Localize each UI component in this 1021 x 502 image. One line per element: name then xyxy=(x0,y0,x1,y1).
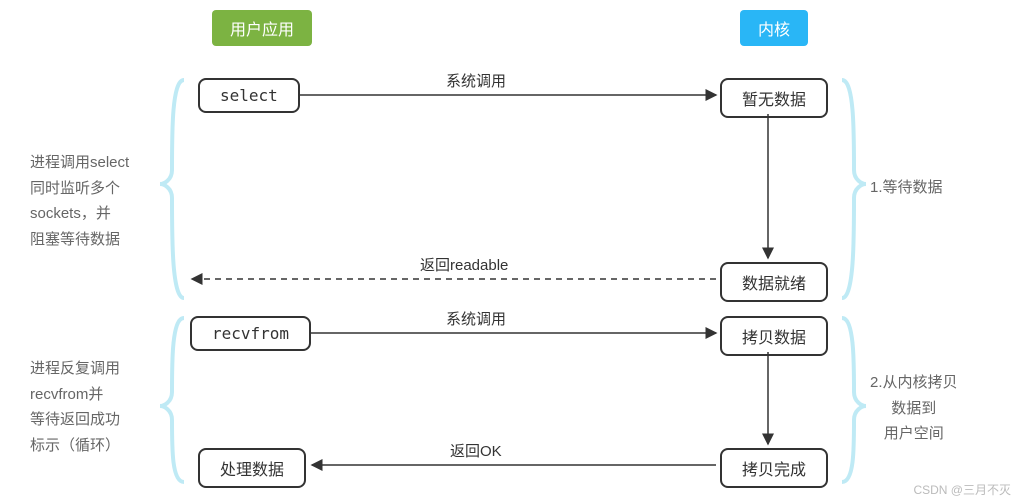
box-select: select xyxy=(198,78,300,113)
label-return-readable: 返回readable xyxy=(420,254,508,275)
box-recvfrom: recvfrom xyxy=(190,316,311,351)
note-right-bottom-l1: 2.从内核拷贝 xyxy=(870,370,958,396)
note-left-top-l4: 阻塞等待数据 xyxy=(30,227,129,253)
note-left-bottom-l4: 标示（循环） xyxy=(30,433,120,459)
braces-svg xyxy=(0,0,1021,502)
note-left-bottom-l1: 进程反复调用 xyxy=(30,356,120,382)
brace-right-bottom xyxy=(842,318,866,482)
box-data-ready: 数据就绪 xyxy=(720,262,828,302)
label-return-ok: 返回OK xyxy=(450,440,502,461)
note-left-top: 进程调用select 同时监听多个 sockets，并 阻塞等待数据 xyxy=(30,150,129,252)
note-left-bottom-l2: recvfrom并 xyxy=(30,382,120,408)
label-syscall-2: 系统调用 xyxy=(446,308,506,329)
brace-left-bottom xyxy=(160,318,184,482)
note-right-bottom: 2.从内核拷贝 数据到 用户空间 xyxy=(870,370,958,447)
box-no-data: 暂无数据 xyxy=(720,78,828,118)
note-left-top-l2: 同时监听多个 xyxy=(30,176,129,202)
label-syscall-1: 系统调用 xyxy=(446,70,506,91)
arrows-svg xyxy=(0,0,1021,502)
note-left-top-l1: 进程调用select xyxy=(30,150,129,176)
note-left-bottom-l3: 等待返回成功 xyxy=(30,407,120,433)
brace-left-top xyxy=(160,80,184,298)
note-right-bottom-l3: 用户空间 xyxy=(870,421,958,447)
note-left-bottom: 进程反复调用 recvfrom并 等待返回成功 标示（循环） xyxy=(30,356,120,458)
box-copy-data: 拷贝数据 xyxy=(720,316,828,356)
note-right-top: 1.等待数据 xyxy=(870,175,943,201)
note-left-top-l3: sockets，并 xyxy=(30,201,129,227)
note-right-bottom-l2: 数据到 xyxy=(870,396,958,422)
watermark: CSDN @三月不灭 xyxy=(913,481,1011,498)
header-kernel: 内核 xyxy=(740,10,808,46)
header-user-app: 用户应用 xyxy=(212,10,312,46)
box-copy-done: 拷贝完成 xyxy=(720,448,828,488)
brace-right-top xyxy=(842,80,866,298)
box-process-data: 处理数据 xyxy=(198,448,306,488)
